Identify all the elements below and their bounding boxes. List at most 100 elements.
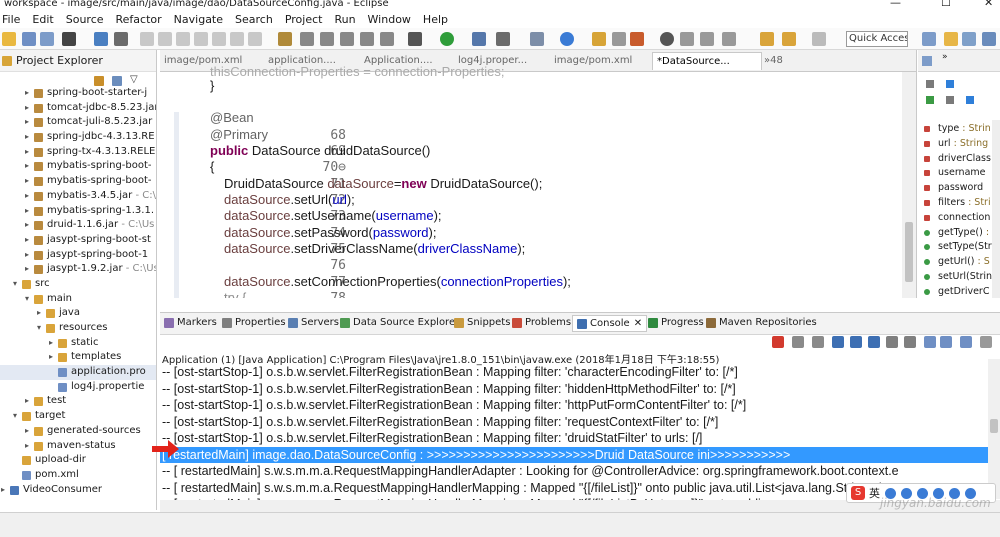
step-return-icon[interactable] <box>248 32 262 46</box>
console-line-selected[interactable]: [ restartedMain] image.dao.DataSourceCon… <box>160 446 990 463</box>
menu-search[interactable]: Search <box>235 13 273 26</box>
chevron-right-icon[interactable]: ▸ <box>22 86 32 101</box>
save-all-icon[interactable] <box>40 32 54 46</box>
forward-icon[interactable] <box>782 32 796 46</box>
console-line[interactable]: -- [ost-startStop-1] o.s.b.w.servlet.Fil… <box>160 397 990 414</box>
tree-item[interactable]: ▸ tomcat-juli-8.5.23.jar <box>0 115 156 130</box>
chevron-right-icon[interactable]: ▸ <box>0 483 8 498</box>
last-edit-icon[interactable] <box>722 32 736 46</box>
terminal-icon[interactable] <box>94 32 108 46</box>
pin-icon[interactable] <box>300 32 314 46</box>
chevron-down-icon[interactable]: ▾ <box>22 292 32 307</box>
pin-console-icon[interactable] <box>924 336 936 348</box>
menu-help[interactable]: Help <box>423 13 448 26</box>
remove-all-icon[interactable] <box>812 336 824 348</box>
open-console-icon[interactable] <box>960 336 972 348</box>
editor-scroll-thumb[interactable] <box>905 222 913 282</box>
new-class-icon[interactable] <box>560 32 574 46</box>
maximize-view-icon[interactable] <box>980 336 992 348</box>
quick-access-input[interactable]: Quick Access <box>846 31 908 47</box>
mark-occurrences-icon[interactable] <box>320 32 334 46</box>
tree-item[interactable]: ▾ target <box>0 409 156 424</box>
tree-item[interactable]: upload-dir <box>0 453 156 468</box>
menu-window[interactable]: Window <box>368 13 411 26</box>
word-wrap-console-icon[interactable] <box>868 336 880 348</box>
tree-item[interactable]: ▾ src <box>0 277 156 292</box>
tree-item[interactable]: ▸ jasypt-spring-boot-1 <box>0 248 156 263</box>
run-config-icon[interactable] <box>62 32 76 46</box>
chevron-right-icon[interactable]: ▸ <box>22 101 32 116</box>
menu-run[interactable]: Run <box>334 13 355 26</box>
terminate-console-icon[interactable] <box>772 336 784 348</box>
spring-icon[interactable] <box>660 32 674 46</box>
ime-language[interactable]: 英 <box>869 485 880 501</box>
tab-problems[interactable]: Problems <box>512 317 571 328</box>
chevron-right-icon[interactable]: ▸ <box>22 218 32 233</box>
minimize-icon[interactable]: — <box>890 0 901 8</box>
tab-progress[interactable]: Progress <box>648 317 704 328</box>
run-icon[interactable] <box>440 32 454 46</box>
hide-nonpublic-icon[interactable] <box>926 96 934 104</box>
tree-item[interactable]: ▸ mybatis-spring-boot- <box>0 174 156 189</box>
tree-item[interactable]: ▸ static <box>0 336 156 351</box>
chevron-right-icon[interactable]: ▸ <box>22 439 32 454</box>
step-over-icon[interactable] <box>230 32 244 46</box>
chevron-right-icon[interactable]: ▸ <box>22 130 32 145</box>
debug-icon[interactable] <box>408 32 422 46</box>
tab-pom-xml-2[interactable]: image/pom.xml <box>554 52 642 70</box>
tree-item[interactable]: ▸ druid-1.1.6.jar - C:\Us <box>0 218 156 233</box>
resume-icon[interactable] <box>140 32 154 46</box>
menu-file[interactable]: File <box>2 13 20 26</box>
tree-item[interactable]: ▸ mybatis-spring-1.3.1. <box>0 204 156 219</box>
step-into-icon[interactable] <box>212 32 226 46</box>
annotation-next-icon[interactable] <box>680 32 694 46</box>
console-line[interactable]: -- [ restartedMain] s.w.s.m.m.a.RequestM… <box>160 463 990 480</box>
tab-maven-repositories[interactable]: Maven Repositories <box>706 317 817 328</box>
hide-fields-icon[interactable] <box>946 80 954 88</box>
chevron-right-icon[interactable]: ▸ <box>22 189 32 204</box>
chevron-right-icon[interactable]: ▸ <box>22 424 32 439</box>
chevron-right-icon[interactable]: ▸ <box>22 115 32 130</box>
tab-servers[interactable]: Servers <box>288 317 339 328</box>
menu-project[interactable]: Project <box>285 13 323 26</box>
close-icon[interactable]: ✕ <box>984 0 993 8</box>
tree-item[interactable]: ▸ mybatis-3.4.5.jar - C:\Us <box>0 189 156 204</box>
tab-snippets[interactable]: Snippets <box>454 317 510 328</box>
disconnect-icon[interactable] <box>194 32 208 46</box>
tree-item[interactable]: ▸ java <box>0 306 156 321</box>
tree-item[interactable]: ▸ tomcat-jdbc-8.5.23.jar <box>0 101 156 116</box>
console-line[interactable]: -- [ost-startStop-1] o.s.b.w.servlet.Fil… <box>160 414 990 431</box>
toggle-breadcrumb-icon[interactable] <box>278 32 292 46</box>
tree-item[interactable]: ▸ spring-tx-4.3.13.RELE <box>0 145 156 160</box>
tree-item[interactable]: ▸ VideoConsumer <box>0 483 156 498</box>
collapse-all-icon[interactable] <box>94 76 104 86</box>
editor-vertical-scrollbar[interactable] <box>902 72 916 298</box>
skip-breakpoints-icon[interactable] <box>114 32 128 46</box>
menu-source[interactable]: Source <box>66 13 104 26</box>
tab-data-source-explorer[interactable]: Data Source Explorer <box>340 317 459 328</box>
outline-scrollbar[interactable] <box>992 120 1000 298</box>
tree-item[interactable]: ▸ mybatis-spring-boot- <box>0 159 156 174</box>
chevron-right-icon[interactable]: ▸ <box>22 394 32 409</box>
tree-item[interactable]: pom.xml <box>0 468 156 483</box>
console-line[interactable]: -- [ost-startStop-1] o.s.b.w.servlet.Fil… <box>160 430 990 447</box>
show-on-stderr-icon[interactable] <box>904 336 916 348</box>
open-perspective-icon[interactable] <box>922 32 936 46</box>
tree-item[interactable]: ▸ jasypt-spring-boot-st <box>0 233 156 248</box>
chevron-down-icon[interactable]: ▾ <box>34 321 44 336</box>
tab-markers[interactable]: Markers <box>164 317 217 328</box>
code-text[interactable]: thisConnection-Properties = connection-P… <box>210 64 890 298</box>
show-whitespace-icon[interactable] <box>380 32 394 46</box>
chevron-right-icon[interactable]: ▸ <box>22 233 32 248</box>
maximize-icon[interactable]: ☐ <box>941 0 951 8</box>
coverage-icon[interactable] <box>496 32 510 46</box>
menu-edit[interactable]: Edit <box>32 13 53 26</box>
chevron-right-icon[interactable]: ▸ <box>22 248 32 263</box>
open-type-icon[interactable] <box>592 32 606 46</box>
remove-launch-icon[interactable] <box>792 336 804 348</box>
tab-datasourceconfig[interactable]: *DataSource... <box>652 52 762 70</box>
tree-item[interactable]: ▸ templates <box>0 350 156 365</box>
back-icon[interactable] <box>760 32 774 46</box>
save-icon[interactable] <box>22 32 36 46</box>
hide-local-types-icon[interactable] <box>966 96 974 104</box>
